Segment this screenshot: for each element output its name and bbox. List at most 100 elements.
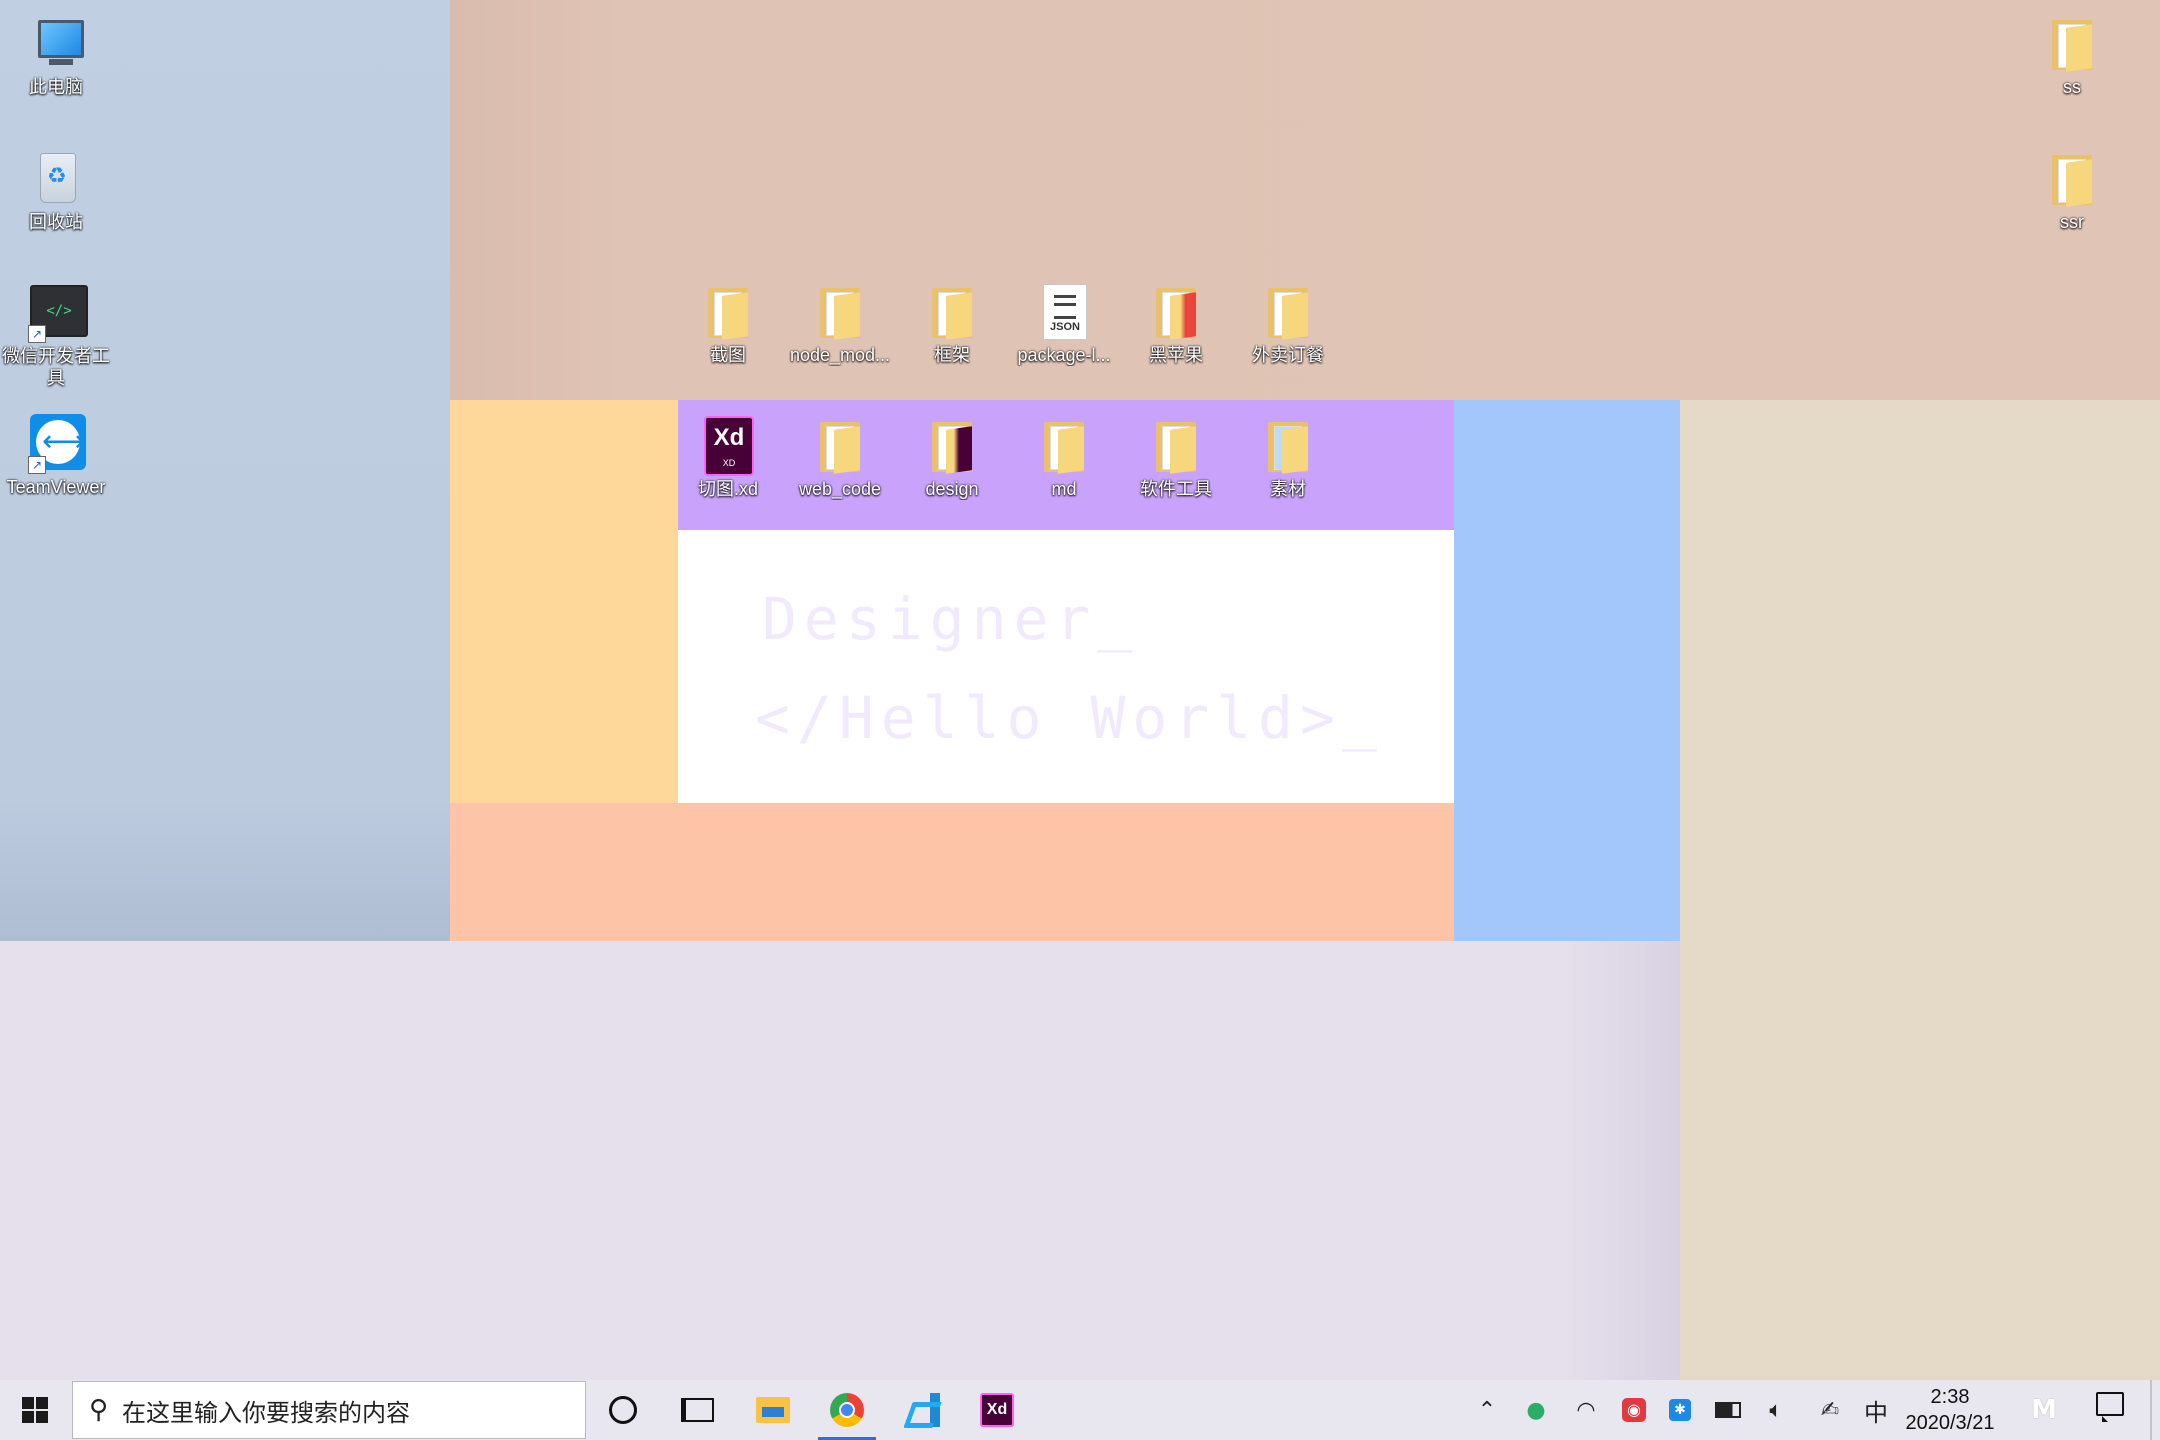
folder-icon bbox=[1268, 288, 1308, 340]
windows-logo-icon bbox=[22, 1397, 48, 1423]
desktop-icon-ssr[interactable]: ssr bbox=[2016, 147, 2128, 233]
desktop-icon-materials[interactable]: 素材 bbox=[1232, 414, 1344, 500]
taskbar-search-box[interactable]: ⚲ 在这里输入你要搜索的内容 bbox=[72, 1381, 586, 1439]
tray-wechat[interactable]: ● bbox=[1518, 1380, 1554, 1440]
desktop-icon-label: package-l... bbox=[1017, 345, 1111, 365]
cortana-button[interactable] bbox=[586, 1380, 660, 1440]
desktop-icon-this-pc[interactable]: 此电脑 bbox=[0, 12, 112, 98]
desktop-icon-label: TeamViewer bbox=[6, 477, 106, 497]
tray-bluetooth[interactable]: ✱ bbox=[1662, 1380, 1698, 1440]
desktop-icon-hackintosh[interactable]: 黑苹果 bbox=[1120, 280, 1232, 366]
folder-icon bbox=[1156, 422, 1196, 474]
desktop-icon-label: ss bbox=[2063, 77, 2081, 97]
recycle-bin-icon bbox=[40, 153, 76, 203]
json-file-icon: JSON bbox=[1043, 284, 1087, 340]
desktop-icon-label: 素材 bbox=[1270, 479, 1306, 499]
desktop-icon-label: 回收站 bbox=[29, 212, 83, 232]
desktop-icon-label: 黑苹果 bbox=[1149, 345, 1203, 365]
adobe-xd-icon: Xd bbox=[980, 1393, 1014, 1427]
desktop-icon-label: node_mod... bbox=[789, 345, 891, 365]
desktop-icon-label: ssr bbox=[2060, 212, 2084, 232]
task-view-icon bbox=[680, 1398, 714, 1422]
task-view-button[interactable] bbox=[660, 1380, 734, 1440]
wallpaper-block-bottom bbox=[0, 941, 1680, 1380]
wechat-icon: ● bbox=[1526, 1397, 1546, 1423]
wallpaper-text-designer: Designer_ bbox=[762, 585, 1140, 653]
desktop-icon-label: md bbox=[1051, 479, 1077, 499]
volume-icon: 🔈︎ bbox=[1769, 1397, 1783, 1423]
taskbar-vscode[interactable] bbox=[886, 1380, 960, 1440]
app-logo-icon: M bbox=[2031, 1395, 2057, 1425]
taskbar-chrome[interactable] bbox=[810, 1380, 884, 1440]
wallpaper-block-white bbox=[678, 530, 1454, 803]
action-center-icon[interactable] bbox=[2096, 1392, 2124, 1422]
desktop-icon-cut-xd[interactable]: Xd XD 切图.xd bbox=[672, 414, 784, 500]
wallpaper-block-peach bbox=[450, 803, 1454, 941]
desktop-icon-framework[interactable]: 框架 bbox=[896, 280, 1008, 366]
folder-icon bbox=[2052, 155, 2092, 207]
start-button[interactable] bbox=[0, 1380, 70, 1440]
desktop-icon-food-ordering[interactable]: 外卖订餐 bbox=[1232, 280, 1344, 366]
desktop-icon-node-modules[interactable]: node_mod... bbox=[784, 280, 896, 366]
search-placeholder: 在这里输入你要搜索的内容 bbox=[122, 1399, 411, 1427]
wifi-icon: ◠ bbox=[1576, 1397, 1596, 1423]
tray-network[interactable]: ◠ bbox=[1568, 1380, 1604, 1440]
folder-icon bbox=[708, 288, 748, 340]
bluetooth-icon: ✱ bbox=[1669, 1399, 1691, 1421]
desktop-icon-label: design bbox=[925, 479, 979, 499]
desktop-icon-package-lock[interactable]: JSON package-l... bbox=[1008, 280, 1120, 366]
chrome-icon bbox=[830, 1393, 864, 1427]
clock-time: 2:38 bbox=[1930, 1386, 1970, 1408]
tray-app-logo[interactable]: M bbox=[2024, 1380, 2064, 1440]
desktop-icon-web-code[interactable]: web_code bbox=[784, 414, 896, 500]
show-hidden-icons-button[interactable]: ⌃ bbox=[1472, 1380, 1502, 1440]
computer-icon bbox=[38, 20, 84, 65]
shortcut-arrow-icon: ↗ bbox=[28, 325, 46, 343]
desktop-icon-label: 框架 bbox=[934, 345, 970, 365]
wallpaper-block-yellow bbox=[450, 400, 678, 803]
taskbar-clock[interactable]: 2:38 2020/3/21 bbox=[1890, 1384, 2010, 1436]
folder-icon bbox=[932, 288, 972, 340]
taskbar: ⚲ 在这里输入你要搜索的内容 Xd ⌃ ● ◠ ◉ ✱ 🔈︎ ✍︎ 中 2:38… bbox=[0, 1380, 2160, 1440]
desktop-icon-ss[interactable]: ss bbox=[2016, 12, 2128, 98]
desktop-icon-software-tools[interactable]: 软件工具 bbox=[1120, 414, 1232, 500]
tray-battery[interactable] bbox=[1710, 1380, 1746, 1440]
tray-pen[interactable]: ✍︎ bbox=[1812, 1380, 1848, 1440]
clock-date: 2020/3/21 bbox=[1905, 1412, 1995, 1434]
desktop-icon-label: 微信开发者工具 bbox=[2, 346, 110, 388]
desktop-icon-label: web_code bbox=[798, 479, 882, 499]
desktop-icon-recycle-bin[interactable]: 回收站 bbox=[0, 147, 112, 233]
desktop-icon-label: 此电脑 bbox=[29, 77, 83, 97]
chevron-up-icon: ⌃ bbox=[1477, 1397, 1497, 1423]
desktop-icon-md[interactable]: md bbox=[1008, 414, 1120, 500]
wallpaper-block-blue bbox=[1454, 400, 1680, 941]
shortcut-arrow-icon: ↗ bbox=[28, 456, 46, 474]
folder-icon bbox=[1156, 288, 1196, 340]
folder-icon bbox=[1044, 422, 1084, 474]
desktop-icon-label: 截图 bbox=[710, 345, 746, 365]
tray-netease-music[interactable]: ◉ bbox=[1616, 1380, 1652, 1440]
tray-input-method[interactable]: 中 bbox=[1858, 1380, 1894, 1440]
show-desktop-button[interactable] bbox=[2150, 1380, 2152, 1440]
folder-icon bbox=[2052, 20, 2092, 72]
folder-icon bbox=[932, 422, 972, 474]
taskbar-adobe-xd[interactable]: Xd bbox=[960, 1380, 1034, 1440]
search-icon: ⚲ bbox=[89, 1395, 109, 1425]
folder-icon bbox=[1268, 422, 1308, 474]
taskbar-file-explorer[interactable] bbox=[736, 1380, 810, 1440]
netease-music-icon: ◉ bbox=[1622, 1398, 1646, 1422]
desktop-icon-screenshots[interactable]: 截图 bbox=[672, 280, 784, 366]
desktop-icon-label: 软件工具 bbox=[1140, 479, 1212, 499]
desktop-icon-label: 切图.xd bbox=[697, 479, 758, 499]
file-explorer-icon bbox=[756, 1397, 790, 1423]
desktop-icon-teamviewer[interactable]: ↗ TeamViewer bbox=[0, 412, 112, 498]
battery-icon bbox=[1715, 1402, 1741, 1418]
desktop-icon-design[interactable]: design bbox=[896, 414, 1008, 500]
desktop-icon-wechat-devtools[interactable]: </> ↗ 微信开发者工具 bbox=[0, 281, 112, 389]
pen-icon: ✍︎ bbox=[1820, 1397, 1840, 1423]
tray-volume[interactable]: 🔈︎ bbox=[1758, 1380, 1794, 1440]
cortana-icon bbox=[609, 1396, 637, 1424]
xd-file-icon: Xd XD bbox=[704, 416, 754, 476]
wallpaper-text-hello-world: </Hello World>_ bbox=[755, 684, 1384, 752]
folder-icon bbox=[820, 288, 860, 340]
